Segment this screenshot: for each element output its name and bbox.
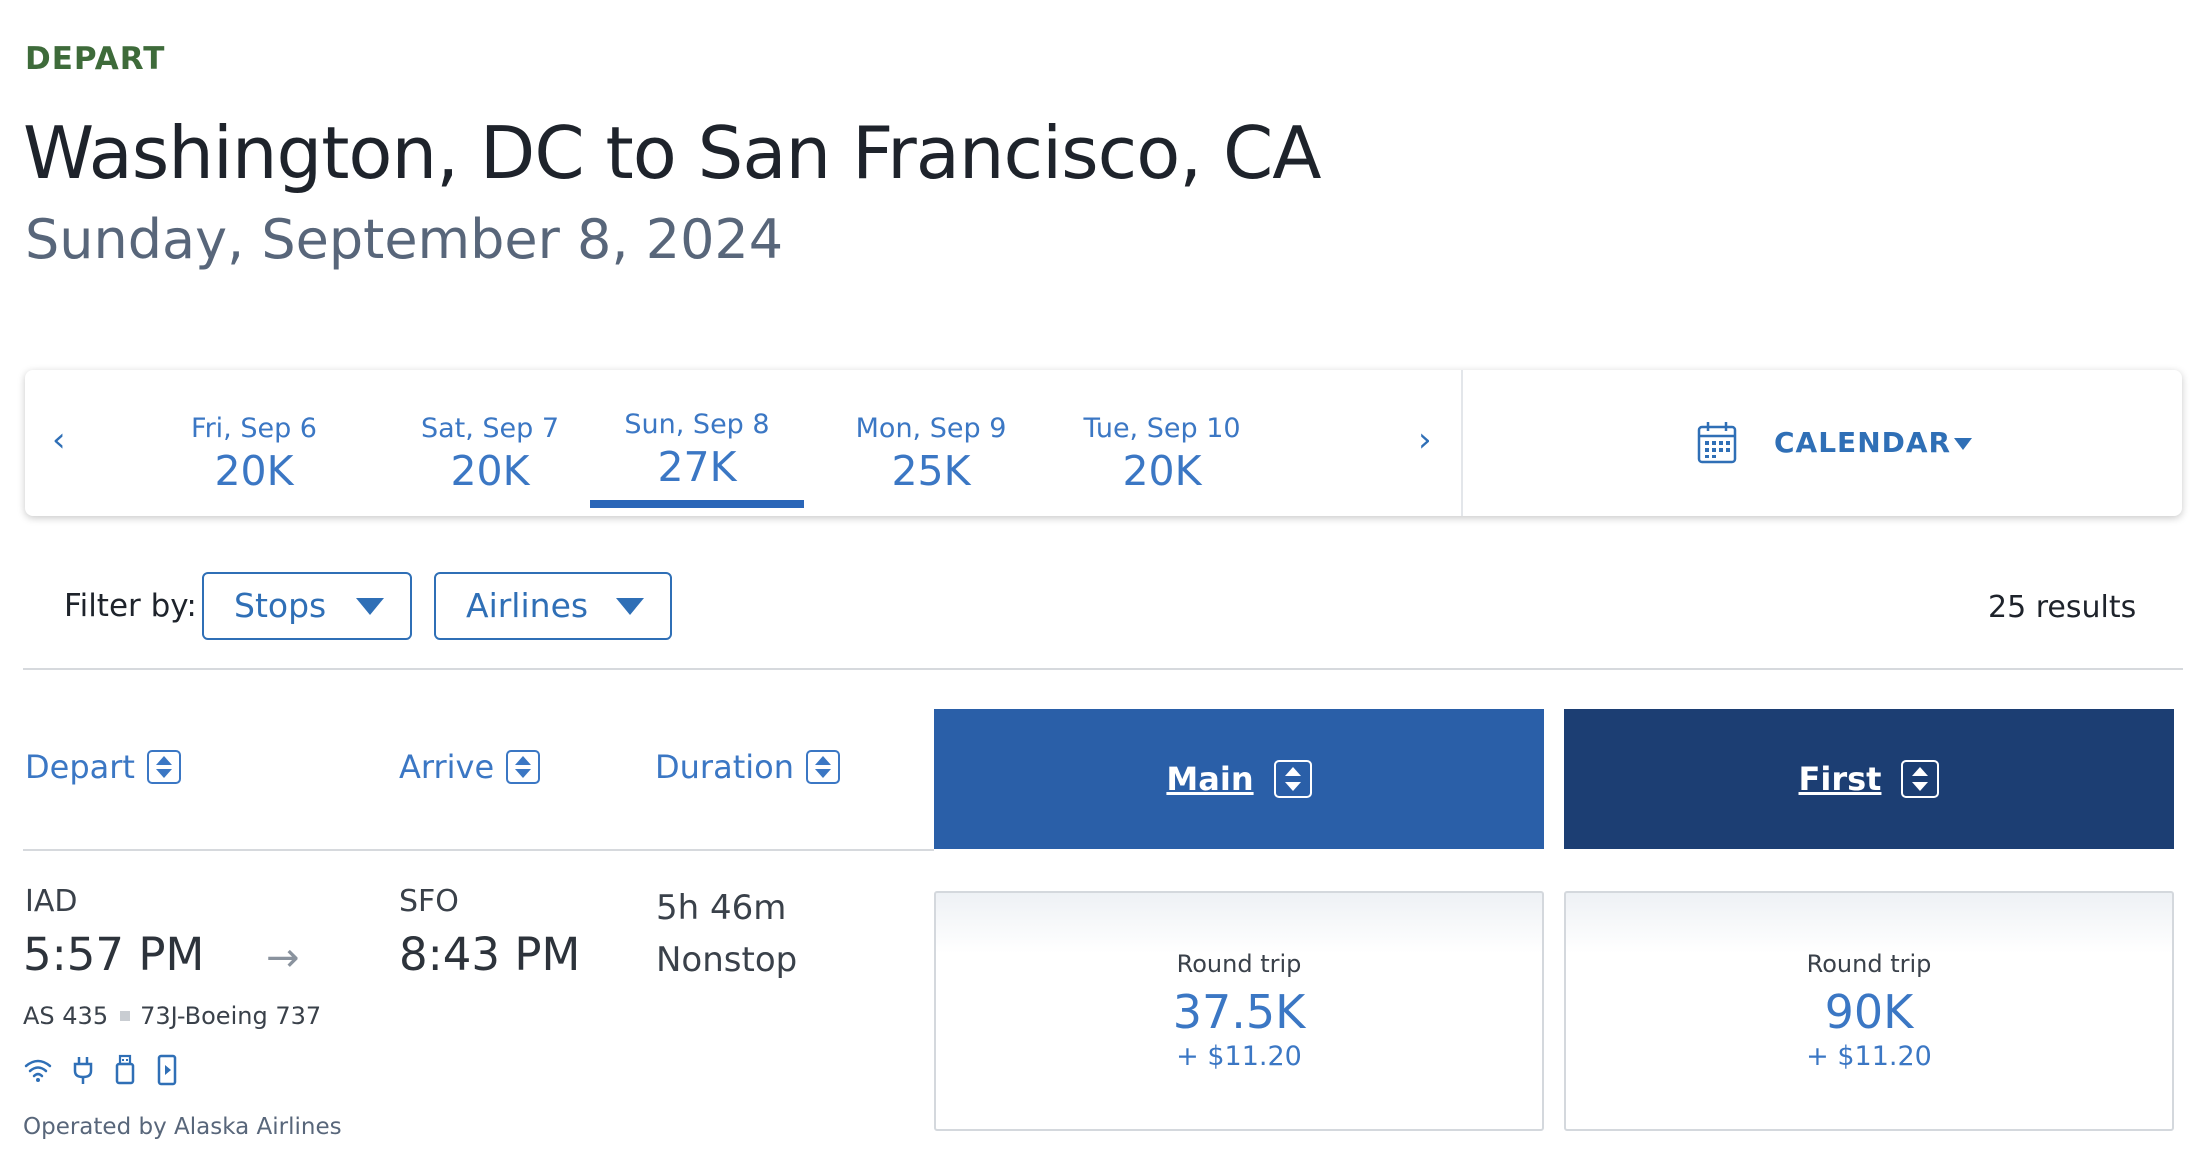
separator-icon bbox=[120, 1011, 131, 1021]
flight-details[interactable]: AS 435 73J-Boeing 737 bbox=[23, 1002, 321, 1030]
date-option-sep-8-selected[interactable]: Sun, Sep 8 27K bbox=[590, 408, 804, 492]
date-option-label: Fri, Sep 6 bbox=[191, 413, 317, 444]
fare-fee: + $11.20 bbox=[1176, 1041, 1302, 1072]
sort-by-main-cabin[interactable]: Main bbox=[934, 709, 1544, 849]
page-title: Washington, DC to San Francisco, CA bbox=[23, 111, 1322, 195]
duration-value: 5h 46m bbox=[656, 888, 787, 928]
selected-date-indicator bbox=[590, 500, 804, 508]
destination-airport: SFO bbox=[399, 884, 459, 919]
chevron-right-icon[interactable]: › bbox=[1418, 420, 1432, 460]
fare-type: Round trip bbox=[1176, 950, 1302, 978]
date-option-price: 27K bbox=[657, 443, 737, 491]
section-label: DEPART bbox=[25, 41, 166, 77]
caret-down-icon bbox=[616, 598, 644, 615]
column-header-arrive: Arrive bbox=[399, 748, 495, 786]
airlines-filter-dropdown[interactable]: Airlines bbox=[434, 572, 672, 640]
fare-miles: 90K bbox=[1824, 985, 1914, 1039]
sort-icon bbox=[1901, 760, 1940, 798]
arrive-time: 8:43 PM bbox=[399, 928, 581, 981]
sort-by-first-cabin[interactable]: First bbox=[1564, 709, 2174, 849]
sort-icon bbox=[1273, 760, 1312, 798]
date-option-sep-7[interactable]: Sat, Sep 7 20K bbox=[383, 412, 597, 496]
power-outlet-icon bbox=[73, 1057, 93, 1084]
date-option-price: 25K bbox=[891, 447, 971, 495]
stops-filter-dropdown[interactable]: Stops bbox=[202, 572, 412, 640]
arrow-right-icon: → bbox=[266, 935, 300, 981]
date-option-sep-9[interactable]: Mon, Sep 9 25K bbox=[824, 412, 1038, 496]
sort-icon bbox=[506, 750, 541, 784]
date-selector: ‹ Fri, Sep 6 20K Sat, Sep 7 20K Sun, Sep… bbox=[25, 370, 2182, 516]
divider bbox=[23, 668, 2183, 670]
origin-airport: IAD bbox=[25, 884, 78, 919]
operated-by: Operated by Alaska Airlines bbox=[23, 1114, 342, 1140]
stops-value: Nonstop bbox=[656, 940, 798, 980]
caret-down-icon bbox=[356, 598, 384, 615]
main-fare-option[interactable]: Round trip 37.5K + $11.20 bbox=[934, 891, 1544, 1131]
sort-by-duration[interactable]: Duration bbox=[655, 748, 840, 786]
sort-icon bbox=[805, 750, 840, 784]
chevron-left-icon[interactable]: ‹ bbox=[52, 420, 66, 460]
calendar-icon[interactable] bbox=[1697, 420, 1737, 464]
sort-icon bbox=[146, 750, 181, 784]
usb-icon bbox=[115, 1054, 135, 1085]
fare-fee: + $11.20 bbox=[1806, 1041, 1932, 1072]
column-header-main: Main bbox=[1166, 760, 1254, 798]
results-count: 25 results bbox=[1988, 590, 2137, 625]
column-header-depart: Depart bbox=[25, 748, 135, 786]
date-option-sep-10[interactable]: Tue, Sep 10 20K bbox=[1055, 412, 1269, 496]
wifi-icon bbox=[24, 1059, 52, 1082]
stops-filter-label: Stops bbox=[234, 586, 327, 625]
streaming-device-icon bbox=[157, 1054, 177, 1086]
sort-by-arrive[interactable]: Arrive bbox=[399, 748, 541, 786]
flight-number: AS 435 bbox=[23, 1002, 109, 1030]
airlines-filter-label: Airlines bbox=[466, 586, 589, 625]
date-option-label: Tue, Sep 10 bbox=[1083, 413, 1241, 444]
filter-label: Filter by: bbox=[64, 588, 197, 624]
page-subtitle-date: Sunday, September 8, 2024 bbox=[25, 208, 784, 271]
date-option-label: Sun, Sep 8 bbox=[624, 409, 770, 440]
date-option-price: 20K bbox=[450, 447, 530, 495]
divider bbox=[1461, 370, 1463, 516]
aircraft-type: 73J-Boeing 737 bbox=[140, 1002, 322, 1030]
date-option-price: 20K bbox=[214, 447, 294, 495]
fare-miles: 37.5K bbox=[1172, 985, 1306, 1039]
fare-type: Round trip bbox=[1806, 950, 1932, 978]
date-option-label: Sat, Sep 7 bbox=[420, 413, 560, 444]
flight-duration: 5h 46m Nonstop bbox=[656, 882, 797, 986]
column-header-duration: Duration bbox=[655, 748, 794, 786]
date-option-sep-6[interactable]: Fri, Sep 6 20K bbox=[147, 412, 361, 496]
date-option-label: Mon, Sep 9 bbox=[855, 413, 1007, 444]
caret-down-icon[interactable] bbox=[1954, 438, 1972, 450]
first-fare-option[interactable]: Round trip 90K + $11.20 bbox=[1564, 891, 2174, 1131]
depart-time: 5:57 PM bbox=[23, 928, 205, 981]
calendar-button[interactable]: CALENDAR bbox=[1774, 426, 1951, 459]
sort-by-depart[interactable]: Depart bbox=[25, 748, 181, 786]
date-option-price: 20K bbox=[1122, 447, 1202, 495]
divider bbox=[23, 849, 934, 851]
column-header-first: First bbox=[1798, 760, 1882, 798]
